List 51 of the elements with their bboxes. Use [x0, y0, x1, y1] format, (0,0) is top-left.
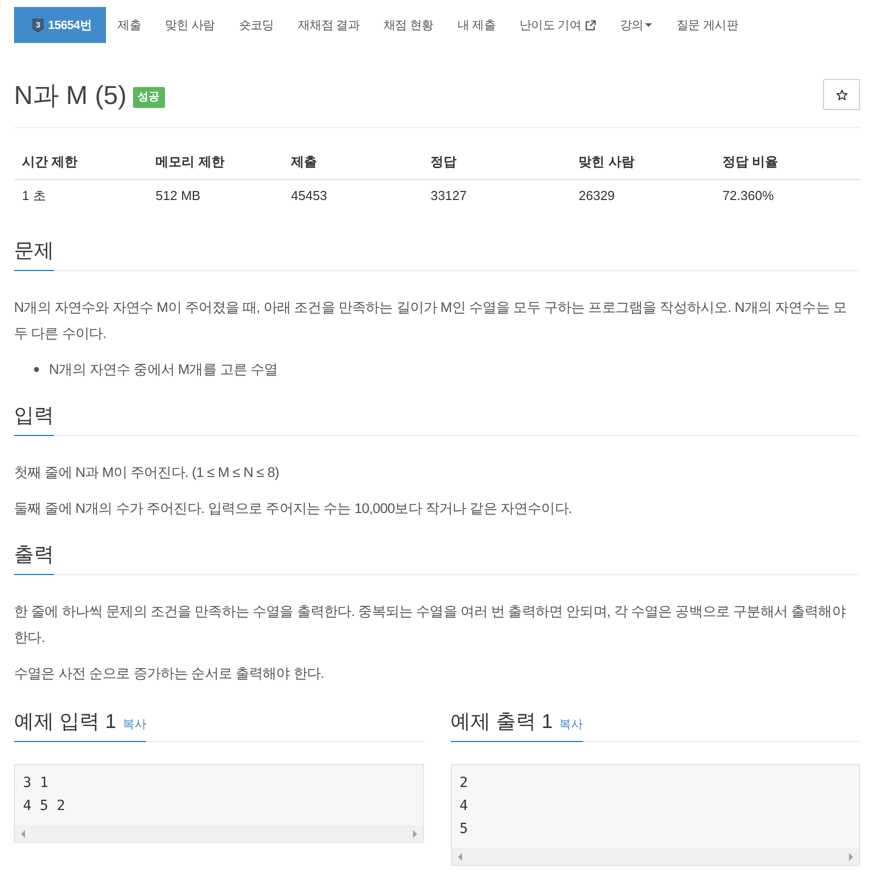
section-title: 입력 [14, 404, 54, 429]
scroll-left-icon[interactable] [21, 830, 25, 838]
result-badge: 성공 [132, 87, 165, 108]
column-header: 메모리 제한 [148, 144, 284, 180]
paragraph: 수열은 사전 순으로 증가하는 순서로 출력해야 한다. [14, 664, 326, 683]
nav-tab[interactable]: 난이도 기여 [507, 7, 608, 43]
star-icon [836, 88, 848, 100]
nav-tab[interactable]: 내 제출 [445, 7, 508, 43]
list-item: N개의 자연수 중에서 M개를 고른 수열 [49, 360, 278, 379]
nav-tab[interactable]: 강의 [608, 7, 664, 43]
nav-tab[interactable]: 질문 게시판 [664, 7, 750, 43]
column-header: 시간 제한 [14, 144, 148, 180]
sample-text: 2 4 5 [458, 774, 469, 839]
paragraph: N개의 자연수와 자연수 M이 주어졌을 때, 아래 조건을 만족하는 길이가 M인 수열을 모두 구하는 프로그램을 작성하시오. N개의 자연수는 모두 다른 수이다. [14, 298, 848, 343]
table-cell: 512 MB [148, 180, 284, 211]
nav-tab[interactable]: 숏코딩 [226, 7, 286, 43]
nav-tab[interactable]: 재채점 결과 [286, 7, 372, 43]
column-header: 정답 비율 [714, 144, 860, 180]
scroll-right-icon[interactable] [849, 852, 853, 860]
copy-link[interactable]: 복사 [122, 716, 146, 733]
section-title: 문제 [14, 239, 54, 264]
external-link-icon [585, 20, 596, 30]
paragraph: 한 줄에 하나씩 문제의 조건을 만족하는 수열을 출력한다. 중복되는 수열을 여러 번 출력하면 안되며, 각 수열은 공백으로 구분해서 출력해야 한다. [14, 602, 847, 647]
horizontal-scrollbar[interactable] [15, 825, 422, 842]
paragraph: 첫째 줄에 N과 M이 주어진다. (1 ≤ M ≤ N ≤ 8) [14, 463, 280, 482]
scroll-left-icon[interactable] [458, 852, 462, 860]
table-cell: 33127 [422, 180, 571, 211]
star-button[interactable] [823, 79, 860, 110]
nav-tab[interactable]: 맞힌 사람 [152, 7, 227, 43]
copy-link[interactable]: 복사 [558, 716, 583, 733]
scroll-right-icon[interactable] [412, 830, 416, 838]
sample-text: 3 1 4 5 2 [22, 774, 66, 816]
paragraph: 둘째 줄에 N개의 수가 주어진다. 입력으로 주어지는 수는 10,000보다 작거나 같은 자연수이다. [14, 499, 573, 518]
table-cell: 45453 [283, 180, 423, 211]
bullet-icon [34, 366, 39, 372]
column-header: 맞힌 사람 [570, 144, 714, 180]
nav-tab[interactable]: 3 15654번 [14, 7, 106, 43]
problem-title: N과 M (5) [14, 80, 127, 110]
table-cell: 26329 [570, 180, 714, 211]
table-cell: 72.360% [714, 180, 860, 211]
tier-badge-icon: 3 [32, 18, 44, 32]
column-header: 정답 [422, 144, 571, 180]
nav-tab[interactable]: 제출 [106, 7, 153, 43]
table-cell: 1 초 [14, 180, 148, 211]
caret-icon [645, 23, 652, 27]
nav-tab[interactable]: 채점 현황 [371, 7, 446, 43]
section-title: 출력 [14, 543, 54, 568]
sample-title: 예제 출력 1 [450, 710, 553, 735]
horizontal-scrollbar[interactable] [452, 848, 859, 865]
sample-title: 예제 입력 1 [14, 710, 116, 735]
column-header: 제출 [283, 144, 423, 180]
